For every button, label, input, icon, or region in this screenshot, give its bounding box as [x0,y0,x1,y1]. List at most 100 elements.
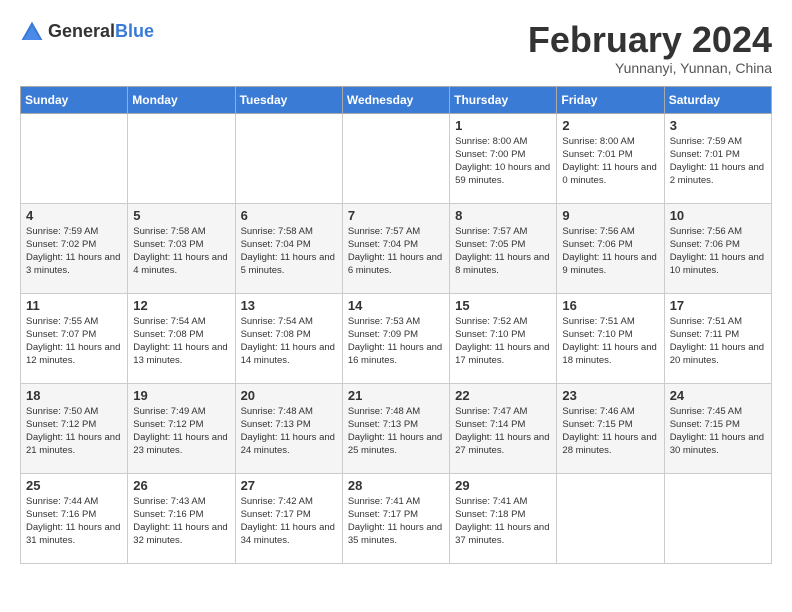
calendar-cell: 7 Sunrise: 7:57 AM Sunset: 7:04 PM Daylig… [342,203,449,293]
calendar-cell [664,473,771,563]
calendar-week-4: 18Sunrise: 7:50 AM Sunset: 7:12 PM Dayli… [21,383,772,473]
calendar-cell: 24Sunrise: 7:45 AM Sunset: 7:15 PM Dayli… [664,383,771,473]
day-number: 7 [348,208,444,223]
day-number: 19 [133,388,229,403]
day-detail: Sunrise: 8:00 AM Sunset: 7:01 PM Dayligh… [562,135,658,188]
day-number: 29 [455,478,551,493]
calendar-cell: 25Sunrise: 7:44 AM Sunset: 7:16 PM Dayli… [21,473,128,563]
day-detail: Sunrise: 7:59 AM Sunset: 7:02 PM Dayligh… [26,225,122,278]
day-detail: Sunrise: 7:41 AM Sunset: 7:18 PM Dayligh… [455,495,551,548]
day-detail: Sunrise: 7:50 AM Sunset: 7:12 PM Dayligh… [26,405,122,458]
day-number: 15 [455,298,551,313]
day-number: 6 [241,208,337,223]
day-number: 27 [241,478,337,493]
calendar-cell: 23 Sunrise: 7:46 AM Sunset: 7:15 PM Dayli… [557,383,664,473]
calendar-cell [557,473,664,563]
subtitle: Yunnanyi, Yunnan, China [528,60,772,76]
calendar-week-5: 25Sunrise: 7:44 AM Sunset: 7:16 PM Dayli… [21,473,772,563]
calendar-cell: 16 Sunrise: 7:51 AM Sunset: 7:10 PM Dayli… [557,293,664,383]
day-detail: Sunrise: 7:57 AM Sunset: 7:05 PM Dayligh… [455,225,551,278]
day-number: 8 [455,208,551,223]
day-number: 23 [562,388,658,403]
calendar-cell: 26 Sunrise: 7:43 AM Sunset: 7:16 PM Dayli… [128,473,235,563]
calendar-cell: 27 Sunrise: 7:42 AM Sunset: 7:17 PM Dayli… [235,473,342,563]
calendar-cell: 15 Sunrise: 7:52 AM Sunset: 7:10 PM Dayli… [450,293,557,383]
day-detail: Sunrise: 7:57 AM Sunset: 7:04 PM Dayligh… [348,225,444,278]
header-tuesday: Tuesday [235,86,342,113]
header-saturday: Saturday [664,86,771,113]
month-title: February 2024 [528,20,772,60]
day-number: 9 [562,208,658,223]
calendar-cell: 17Sunrise: 7:51 AM Sunset: 7:11 PM Dayli… [664,293,771,383]
day-detail: Sunrise: 7:41 AM Sunset: 7:17 PM Dayligh… [348,495,444,548]
day-number: 17 [670,298,766,313]
calendar-week-2: 4 Sunrise: 7:59 AM Sunset: 7:02 PM Daylig… [21,203,772,293]
calendar-cell [235,113,342,203]
logo-text: GeneralBlue [48,22,154,42]
day-detail: Sunrise: 7:56 AM Sunset: 7:06 PM Dayligh… [670,225,766,278]
calendar-cell: 6 Sunrise: 7:58 AM Sunset: 7:04 PM Daylig… [235,203,342,293]
calendar-cell: 13Sunrise: 7:54 AM Sunset: 7:08 PM Dayli… [235,293,342,383]
logo: GeneralBlue [20,20,154,44]
day-detail: Sunrise: 7:59 AM Sunset: 7:01 PM Dayligh… [670,135,766,188]
day-detail: Sunrise: 7:58 AM Sunset: 7:03 PM Dayligh… [133,225,229,278]
day-number: 22 [455,388,551,403]
calendar-cell [342,113,449,203]
day-number: 1 [455,118,551,133]
day-number: 5 [133,208,229,223]
calendar-cell: 14Sunrise: 7:53 AM Sunset: 7:09 PM Dayli… [342,293,449,383]
day-number: 16 [562,298,658,313]
calendar-cell: 9 Sunrise: 7:56 AM Sunset: 7:06 PM Daylig… [557,203,664,293]
day-number: 26 [133,478,229,493]
header-sunday: Sunday [21,86,128,113]
day-number: 11 [26,298,122,313]
day-detail: Sunrise: 7:49 AM Sunset: 7:12 PM Dayligh… [133,405,229,458]
day-detail: Sunrise: 7:53 AM Sunset: 7:09 PM Dayligh… [348,315,444,368]
calendar-cell: 4 Sunrise: 7:59 AM Sunset: 7:02 PM Daylig… [21,203,128,293]
calendar-cell: 20Sunrise: 7:48 AM Sunset: 7:13 PM Dayli… [235,383,342,473]
day-detail: Sunrise: 7:42 AM Sunset: 7:17 PM Dayligh… [241,495,337,548]
calendar-cell: 1 Sunrise: 8:00 AM Sunset: 7:00 PM Daylig… [450,113,557,203]
header: GeneralBlue February 2024 Yunnanyi, Yunn… [20,20,772,76]
title-area: February 2024 Yunnanyi, Yunnan, China [528,20,772,76]
calendar-cell: 21 Sunrise: 7:48 AM Sunset: 7:13 PM Dayli… [342,383,449,473]
day-detail: Sunrise: 7:46 AM Sunset: 7:15 PM Dayligh… [562,405,658,458]
day-detail: Sunrise: 7:52 AM Sunset: 7:10 PM Dayligh… [455,315,551,368]
calendar-cell [128,113,235,203]
day-number: 28 [348,478,444,493]
calendar-cell: 10 Sunrise: 7:56 AM Sunset: 7:06 PM Dayli… [664,203,771,293]
day-detail: Sunrise: 7:44 AM Sunset: 7:16 PM Dayligh… [26,495,122,548]
header-monday: Monday [128,86,235,113]
day-number: 4 [26,208,122,223]
header-thursday: Thursday [450,86,557,113]
calendar-week-1: 1 Sunrise: 8:00 AM Sunset: 7:00 PM Daylig… [21,113,772,203]
logo-blue: Blue [115,21,154,41]
header-row: Sunday Monday Tuesday Wednesday Thursday… [21,86,772,113]
calendar-cell: 22 Sunrise: 7:47 AM Sunset: 7:14 PM Dayli… [450,383,557,473]
day-detail: Sunrise: 7:56 AM Sunset: 7:06 PM Dayligh… [562,225,658,278]
day-number: 3 [670,118,766,133]
day-number: 13 [241,298,337,313]
day-detail: Sunrise: 7:51 AM Sunset: 7:10 PM Dayligh… [562,315,658,368]
day-detail: Sunrise: 7:47 AM Sunset: 7:14 PM Dayligh… [455,405,551,458]
day-number: 21 [348,388,444,403]
logo-general: General [48,21,115,41]
day-detail: Sunrise: 7:48 AM Sunset: 7:13 PM Dayligh… [348,405,444,458]
calendar-week-3: 11 Sunrise: 7:55 AM Sunset: 7:07 PM Dayli… [21,293,772,383]
day-detail: Sunrise: 7:54 AM Sunset: 7:08 PM Dayligh… [133,315,229,368]
day-number: 10 [670,208,766,223]
day-detail: Sunrise: 8:00 AM Sunset: 7:00 PM Dayligh… [455,135,551,188]
day-detail: Sunrise: 7:43 AM Sunset: 7:16 PM Dayligh… [133,495,229,548]
calendar-table: Sunday Monday Tuesday Wednesday Thursday… [20,86,772,564]
calendar-cell: 11 Sunrise: 7:55 AM Sunset: 7:07 PM Dayli… [21,293,128,383]
calendar-cell: 12Sunrise: 7:54 AM Sunset: 7:08 PM Dayli… [128,293,235,383]
logo-icon [20,20,44,44]
calendar-cell [21,113,128,203]
calendar-cell: 2Sunrise: 8:00 AM Sunset: 7:01 PM Daylig… [557,113,664,203]
calendar-cell: 3 Sunrise: 7:59 AM Sunset: 7:01 PM Daylig… [664,113,771,203]
day-detail: Sunrise: 7:55 AM Sunset: 7:07 PM Dayligh… [26,315,122,368]
day-detail: Sunrise: 7:48 AM Sunset: 7:13 PM Dayligh… [241,405,337,458]
calendar-cell: 5 Sunrise: 7:58 AM Sunset: 7:03 PM Daylig… [128,203,235,293]
header-friday: Friday [557,86,664,113]
day-detail: Sunrise: 7:58 AM Sunset: 7:04 PM Dayligh… [241,225,337,278]
